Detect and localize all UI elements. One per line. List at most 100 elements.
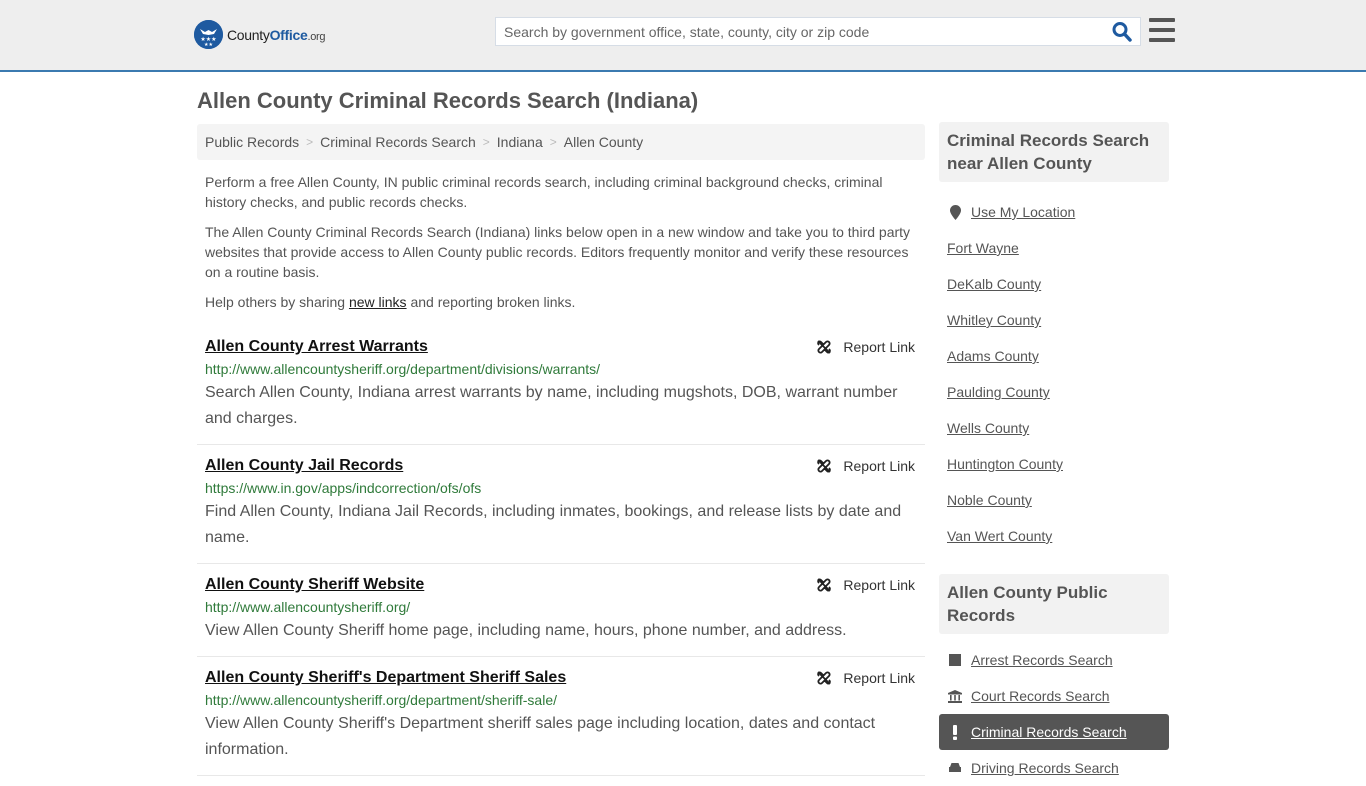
- broken-link-icon: [817, 578, 832, 592]
- result-description: View Allen County Sheriff home page, inc…: [205, 622, 847, 639]
- report-link-button[interactable]: Report Link: [816, 336, 915, 358]
- use-my-location-link[interactable]: Use My Location: [971, 204, 1075, 220]
- result-description: Find Allen County, Indiana Jail Records,…: [205, 503, 902, 546]
- result-item: Allen County Arrest Warrants Report Link…: [197, 330, 925, 445]
- nearby-item: Wells County: [939, 410, 1169, 446]
- car-icon: [947, 762, 963, 774]
- search-input[interactable]: [496, 18, 1096, 45]
- arrest-records-search-link[interactable]: Arrest Records Search: [971, 652, 1113, 668]
- help-text: and reporting broken links.: [406, 294, 576, 310]
- search-box: [495, 17, 1141, 46]
- nearby-item: Whitley County: [939, 302, 1169, 338]
- public-records-list: Arrest Records Search Court Records Sear…: [939, 634, 1169, 786]
- report-link-button[interactable]: Report Link: [816, 455, 915, 477]
- result-title-link[interactable]: Allen County Arrest Warrants: [205, 336, 428, 358]
- records-item-arrest: Arrest Records Search: [939, 642, 1169, 678]
- nearby-heading: Criminal Records Search near Allen Count…: [939, 122, 1169, 182]
- logo-prefix: County: [227, 26, 270, 43]
- menu-bar: [1149, 28, 1175, 32]
- report-link-label: Report Link: [843, 670, 915, 686]
- result-description: Search Allen County, Indiana arrest warr…: [205, 384, 898, 427]
- driving-records-search-link[interactable]: Driving Records Search: [971, 760, 1119, 776]
- logo-suffix: .org: [307, 30, 326, 43]
- breadcrumb-separator: >: [482, 135, 490, 149]
- nearby-list: Use My Location Fort Wayne DeKalb County…: [939, 182, 1169, 554]
- result-item: Allen County Jail Records Report Link ht…: [197, 445, 925, 564]
- result-title-link[interactable]: Allen County Sheriff Website: [205, 574, 424, 596]
- logo-text: CountyOffice.org: [227, 26, 326, 43]
- logo-brand: Office: [269, 26, 308, 43]
- breadcrumb-allen-county[interactable]: Allen County: [564, 134, 643, 150]
- result-url: http://www.allencountysheriff.org/depart…: [205, 361, 601, 377]
- report-link-label: Report Link: [843, 339, 915, 355]
- court-records-search-link[interactable]: Court Records Search: [971, 688, 1110, 704]
- menu-bar: [1149, 38, 1175, 42]
- broken-link-icon: [817, 340, 832, 354]
- public-records-heading: Allen County Public Records: [939, 574, 1169, 634]
- new-links-link[interactable]: new links: [349, 294, 407, 310]
- page-title: Allen County Criminal Records Search (In…: [197, 88, 699, 113]
- search-icon: [1112, 22, 1132, 42]
- result-item: Allen County Sheriff's Department Sherif…: [197, 657, 925, 776]
- breadcrumb-public-records[interactable]: Public Records: [205, 134, 299, 150]
- breadcrumb-separator: >: [306, 135, 314, 149]
- result-title-link[interactable]: Allen County Sheriff's Department Sherif…: [205, 667, 566, 689]
- result-url: http://www.allencountysheriff.org/depart…: [205, 692, 557, 708]
- sidebar: Criminal Records Search near Allen Count…: [939, 122, 1169, 786]
- nearby-link-noble-county[interactable]: Noble County: [947, 492, 1032, 508]
- records-item-court: Court Records Search: [939, 678, 1169, 714]
- intro-paragraph: Perform a free Allen County, IN public c…: [205, 174, 883, 210]
- site-logo[interactable]: ★★★ ★★ CountyOffice.org: [194, 20, 326, 49]
- result-description: View Allen County Sheriff's Department s…: [205, 715, 876, 758]
- map-pin-icon: [947, 204, 963, 220]
- nearby-item: Paulding County: [939, 374, 1169, 410]
- help-text: Help others by sharing: [205, 294, 349, 310]
- nearby-item: Huntington County: [939, 446, 1169, 482]
- nearby-item: Fort Wayne: [939, 230, 1169, 266]
- results-list: Allen County Arrest Warrants Report Link…: [197, 330, 925, 776]
- result-url: http://www.allencountysheriff.org/: [205, 599, 411, 615]
- nearby-link-fort-wayne[interactable]: Fort Wayne: [947, 240, 1019, 256]
- hamburger-menu-button[interactable]: [1149, 18, 1175, 42]
- eagle-logo-icon: ★★★ ★★: [194, 20, 223, 49]
- result-title-link[interactable]: Allen County Jail Records: [205, 455, 403, 477]
- criminal-records-search-link[interactable]: Criminal Records Search: [971, 724, 1127, 740]
- records-item-criminal-active: Criminal Records Search: [939, 714, 1169, 750]
- public-records-section: Allen County Public Records Arrest Recor…: [939, 574, 1169, 786]
- svg-text:★★: ★★: [204, 42, 213, 48]
- broken-link-icon: [817, 671, 832, 685]
- main-content: Public Records > Criminal Records Search…: [197, 124, 925, 776]
- nearby-link-paulding-county[interactable]: Paulding County: [947, 384, 1050, 400]
- site-header: ★★★ ★★ CountyOffice.org: [0, 0, 1366, 72]
- records-item-driving: Driving Records Search: [939, 750, 1169, 786]
- square-icon: [947, 654, 963, 666]
- result-url: https://www.in.gov/apps/indcorrection/of…: [205, 480, 482, 496]
- breadcrumb-separator: >: [549, 135, 557, 149]
- nearby-item: DeKalb County: [939, 266, 1169, 302]
- search-button[interactable]: [1112, 21, 1134, 43]
- nearby-item: Adams County: [939, 338, 1169, 374]
- nearby-link-dekalb-county[interactable]: DeKalb County: [947, 276, 1041, 292]
- menu-bar: [1149, 18, 1175, 22]
- report-link-label: Report Link: [843, 458, 915, 474]
- nearby-link-whitley-county[interactable]: Whitley County: [947, 312, 1041, 328]
- courthouse-icon: [947, 689, 963, 703]
- report-link-button[interactable]: Report Link: [816, 574, 915, 596]
- intro-paragraph: The Allen County Criminal Records Search…: [205, 224, 911, 280]
- report-link-button[interactable]: Report Link: [816, 667, 915, 689]
- breadcrumb-criminal-records-search[interactable]: Criminal Records Search: [320, 134, 476, 150]
- use-location-item: Use My Location: [939, 194, 1169, 230]
- breadcrumb: Public Records > Criminal Records Search…: [197, 124, 925, 160]
- nearby-link-van-wert-county[interactable]: Van Wert County: [947, 528, 1052, 544]
- result-item: Allen County Sheriff Website Report Link…: [197, 564, 925, 657]
- breadcrumb-indiana[interactable]: Indiana: [497, 134, 543, 150]
- nearby-link-huntington-county[interactable]: Huntington County: [947, 456, 1063, 472]
- nearby-item: Van Wert County: [939, 518, 1169, 554]
- report-link-label: Report Link: [843, 577, 915, 593]
- nearby-link-adams-county[interactable]: Adams County: [947, 348, 1039, 364]
- exclamation-icon: [947, 724, 963, 740]
- help-paragraph: Help others by sharing new links and rep…: [205, 292, 917, 312]
- intro-text: Perform a free Allen County, IN public c…: [197, 172, 925, 312]
- nearby-link-wells-county[interactable]: Wells County: [947, 420, 1029, 436]
- broken-link-icon: [817, 459, 832, 473]
